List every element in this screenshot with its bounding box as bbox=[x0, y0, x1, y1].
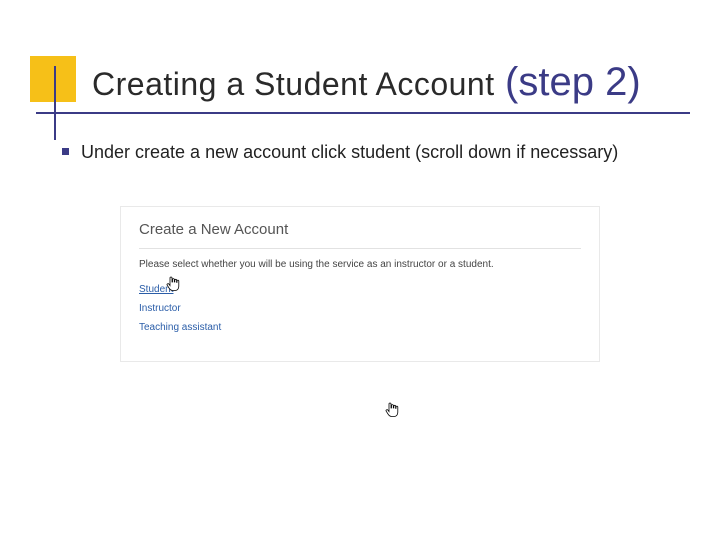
screenshot-divider bbox=[139, 248, 581, 249]
title-step-text: (step 2) bbox=[505, 60, 641, 104]
vertical-rule bbox=[54, 66, 56, 140]
link-teaching-assistant[interactable]: Teaching assistant bbox=[139, 322, 581, 333]
accent-square bbox=[30, 56, 76, 102]
hand-cursor-icon bbox=[385, 402, 399, 418]
link-instructor[interactable]: Instructor bbox=[139, 303, 581, 314]
horizontal-rule bbox=[36, 112, 690, 114]
title-main-text: Creating a Student Account bbox=[92, 66, 495, 102]
bullet-text: Under create a new account click student… bbox=[81, 140, 618, 164]
embedded-screenshot: Create a New Account Please select wheth… bbox=[120, 206, 600, 362]
screenshot-heading: Create a New Account bbox=[139, 221, 581, 238]
bullet-item: Under create a new account click student… bbox=[62, 140, 680, 164]
bullet-square-icon bbox=[62, 148, 69, 155]
screenshot-prompt: Please select whether you will be using … bbox=[139, 259, 581, 270]
slide-body: Under create a new account click student… bbox=[62, 140, 680, 180]
link-student[interactable]: Student bbox=[139, 284, 581, 295]
slide: Creating a Student Account (step 2) Unde… bbox=[0, 0, 720, 540]
hand-cursor-icon bbox=[166, 276, 180, 292]
slide-title: Creating a Student Account (step 2) bbox=[92, 60, 696, 105]
